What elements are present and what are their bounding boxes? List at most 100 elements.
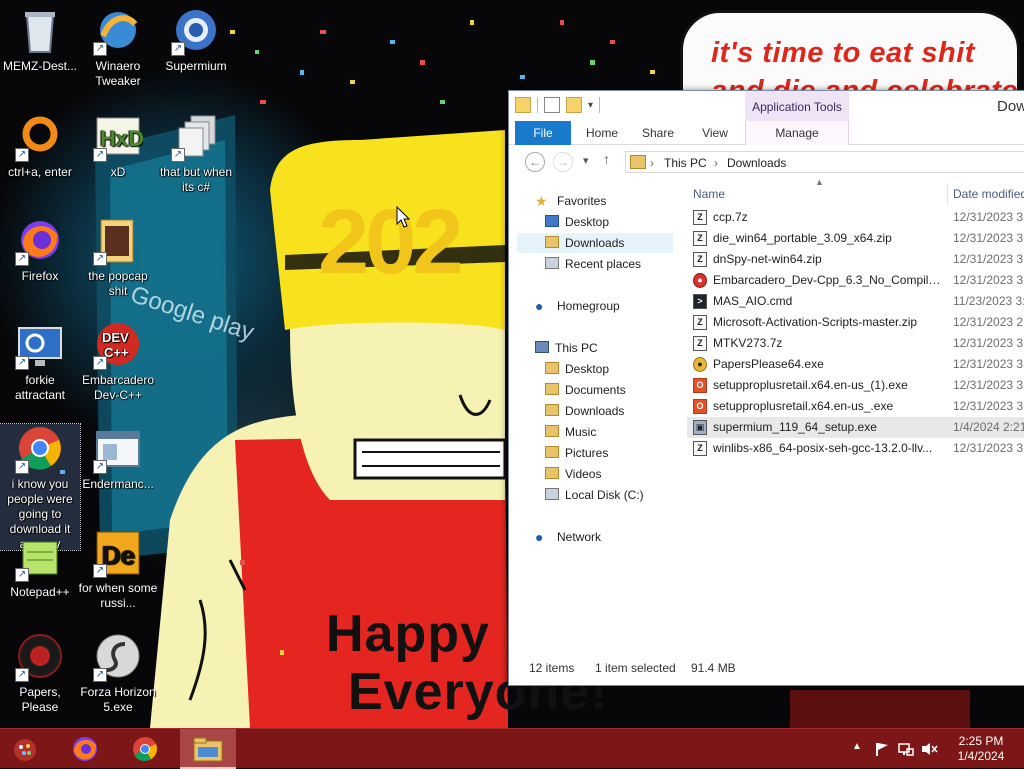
ribbon-tabs: File Home Share View Manage bbox=[509, 121, 1024, 145]
shortcut-arrow-icon: ↗ bbox=[93, 252, 107, 266]
hxd-icon: HxD ↗ bbox=[93, 112, 144, 162]
tab-home[interactable]: Home bbox=[581, 121, 623, 145]
file-row[interactable]: Z Microsoft-Activation-Scripts-master.zip… bbox=[687, 312, 1024, 333]
taskbar-clock[interactable]: 2:25 PM 1/4/2024 bbox=[956, 734, 1006, 764]
desktop-icon-forkie[interactable]: ↗ forkie attractant bbox=[0, 320, 80, 403]
file-row[interactable]: Zdie_win64_portable_3.09_x64.zip 12/31/20… bbox=[687, 228, 1024, 249]
breadcrumb-downloads[interactable]: Downloads bbox=[727, 156, 786, 170]
breadcrumb-separator-icon: › bbox=[714, 156, 718, 170]
column-header-name[interactable]: Name bbox=[693, 187, 725, 201]
desktop-icon-enderman[interactable]: ↗ Endermanc... bbox=[78, 424, 158, 492]
nav-pictures[interactable]: Pictures bbox=[545, 443, 608, 463]
new-folder-icon[interactable] bbox=[566, 97, 582, 113]
shortcut-arrow-icon: ↗ bbox=[93, 148, 107, 162]
taskbar-chrome[interactable] bbox=[118, 729, 174, 769]
tab-view[interactable]: View bbox=[695, 121, 735, 145]
shortcut-arrow-icon: ↗ bbox=[15, 668, 29, 682]
toolbar-separator bbox=[599, 97, 601, 113]
desktop-icon-xd[interactable]: HxD ↗ xD bbox=[78, 112, 158, 180]
nav-this-pc[interactable]: This PC bbox=[535, 338, 598, 358]
desktop-icon-firefox[interactable]: ↗ Firefox bbox=[0, 216, 80, 284]
file-row[interactable]: Osetupproplusretail.x64.en-us_(1).exe 12/… bbox=[687, 375, 1024, 396]
file-name: Embarcadero_Dev-Cpp_6.3_No_Compiler... bbox=[713, 273, 943, 287]
file-row[interactable]: > MAS_AIO.cmd 11/23/2023 3: bbox=[687, 291, 1024, 312]
tab-file[interactable]: File bbox=[515, 121, 571, 145]
desktop-icon-ctrl-a[interactable]: ↗ ctrl+a, enter bbox=[0, 112, 80, 180]
supermium-icon: ↗ bbox=[171, 6, 221, 56]
status-item-count: 12 items bbox=[529, 661, 575, 675]
desktop-icon-popcap[interactable]: ↗ the popcap shit bbox=[78, 216, 158, 299]
recycle-bin-icon bbox=[15, 6, 65, 56]
desktop-icon-papers-please[interactable]: ↗ Papers, Please bbox=[0, 632, 80, 715]
breadcrumb-this-pc[interactable]: This PC bbox=[664, 156, 707, 170]
nav-documents[interactable]: Documents bbox=[545, 380, 626, 400]
properties-icon[interactable] bbox=[515, 97, 531, 113]
svg-text:C++: C++ bbox=[104, 345, 129, 360]
network-icon[interactable] bbox=[898, 741, 914, 757]
nav-videos[interactable]: Videos bbox=[545, 464, 601, 484]
file-date: 12/31/2023 3: bbox=[953, 210, 1024, 224]
shortcut-arrow-icon: ↗ bbox=[93, 42, 107, 56]
desktop-icon-label: Winaero Tweaker bbox=[95, 59, 141, 88]
volume-muted-icon[interactable] bbox=[920, 741, 938, 757]
file-date: 12/31/2023 3: bbox=[953, 273, 1024, 287]
nav-downloads[interactable]: Downloads bbox=[517, 233, 673, 253]
folder-icon bbox=[545, 446, 559, 458]
file-row[interactable]: ● Embarcadero_Dev-Cpp_6.3_No_Compiler... 1… bbox=[687, 270, 1024, 291]
file-row[interactable]: Zccp.7z 12/31/2023 3: bbox=[687, 207, 1024, 228]
nav-network[interactable]: ● Network bbox=[535, 527, 601, 547]
column-header-date[interactable]: Date modified bbox=[953, 187, 1024, 201]
folder-icon bbox=[545, 236, 559, 248]
folder-icon bbox=[545, 404, 559, 416]
desktop-icon-memz[interactable]: MEMZ-Dest... bbox=[0, 6, 80, 74]
svg-text:DEV: DEV bbox=[102, 330, 129, 345]
nav-pc-downloads[interactable]: Downloads bbox=[545, 401, 624, 421]
file-row[interactable]: ▣ supermium_119_64_setup.exe 1/4/2024 2:21 bbox=[687, 417, 1024, 438]
desktop-icon-forza[interactable]: ↗ Forza Horizon 5.exe bbox=[78, 632, 158, 715]
file-row[interactable]: ZdnSpy-net-win64.zip 12/31/2023 3: bbox=[687, 249, 1024, 270]
taskbar-firefox[interactable] bbox=[58, 729, 114, 769]
column-separator[interactable] bbox=[947, 183, 948, 205]
tab-share[interactable]: Share bbox=[637, 121, 679, 145]
window-titlebar[interactable]: ▾ Application Tools Down bbox=[509, 91, 1024, 121]
file-list: ▲ Name Date modified Zccp.7z 12/31/2023 3… bbox=[687, 177, 1024, 653]
desktop-icon-csharp[interactable]: ↗ that but when its c# bbox=[156, 112, 236, 195]
address-bar[interactable]: › This PC › Downloads bbox=[625, 151, 1024, 173]
desktop-icon-de[interactable]: De ↗ for when some russi... bbox=[78, 528, 158, 611]
desktop-icon-label: ctrl+a, enter bbox=[8, 165, 72, 179]
nav-pc-desktop[interactable]: Desktop bbox=[545, 359, 609, 379]
happy-text: Happy bbox=[326, 605, 490, 663]
file-type-icon: Z bbox=[693, 231, 707, 246]
nav-music[interactable]: Music bbox=[545, 422, 596, 442]
file-row[interactable]: Zwinlibs-x86_64-posix-seh-gcc-13.2.0-llv… bbox=[687, 438, 1024, 459]
file-row[interactable]: Z MTKV273.7z 12/31/2023 3: bbox=[687, 333, 1024, 354]
nav-recent-places[interactable]: Recent places bbox=[545, 254, 641, 274]
action-center-flag-icon[interactable] bbox=[874, 741, 890, 757]
back-button[interactable]: ← bbox=[525, 152, 545, 172]
new-document-icon[interactable] bbox=[544, 97, 560, 113]
file-date: 12/31/2023 3: bbox=[953, 336, 1024, 350]
desktop-icon-label: Firefox bbox=[21, 269, 59, 283]
nav-desktop[interactable]: Desktop bbox=[545, 212, 609, 232]
forward-button[interactable]: → bbox=[553, 152, 573, 172]
nav-favorites[interactable]: ★ Favorites bbox=[535, 191, 606, 211]
desktop-icon-supermium[interactable]: ↗ Supermium bbox=[156, 6, 236, 74]
breadcrumb-separator-icon: › bbox=[650, 156, 654, 170]
homegroup-icon: ● bbox=[535, 298, 544, 314]
taskbar-file-explorer[interactable] bbox=[180, 729, 236, 769]
file-row[interactable]: ● PapersPlease64.exe 12/31/2023 3: bbox=[687, 354, 1024, 375]
desktop-icon-winaero[interactable]: ↗ Winaero Tweaker bbox=[78, 6, 158, 89]
start-button[interactable] bbox=[0, 729, 56, 769]
show-hidden-icons-chevron-icon[interactable]: ▲ bbox=[852, 741, 862, 752]
recent-locations-chevron-icon[interactable]: ▾ bbox=[583, 154, 589, 167]
desktop-icon-devcpp[interactable]: DEV C++ ↗ Embarcadero Dev-C++ bbox=[78, 320, 158, 403]
desktop-icon-notepadpp[interactable]: ↗ Notepad++ bbox=[0, 532, 80, 600]
file-explorer-window[interactable]: ▾ Application Tools Down File Home Share… bbox=[508, 90, 1024, 686]
chevron-down-icon[interactable]: ▾ bbox=[588, 100, 593, 111]
computer-icon bbox=[535, 341, 549, 353]
tab-manage[interactable]: Manage bbox=[745, 121, 849, 145]
file-row[interactable]: Osetupproplusretail.x64.en-us_.exe 12/31/… bbox=[687, 396, 1024, 417]
nav-homegroup[interactable]: ● Homegroup bbox=[535, 296, 620, 316]
nav-local-disk[interactable]: Local Disk (C:) bbox=[545, 485, 644, 505]
up-button[interactable]: ↑ bbox=[603, 151, 610, 167]
